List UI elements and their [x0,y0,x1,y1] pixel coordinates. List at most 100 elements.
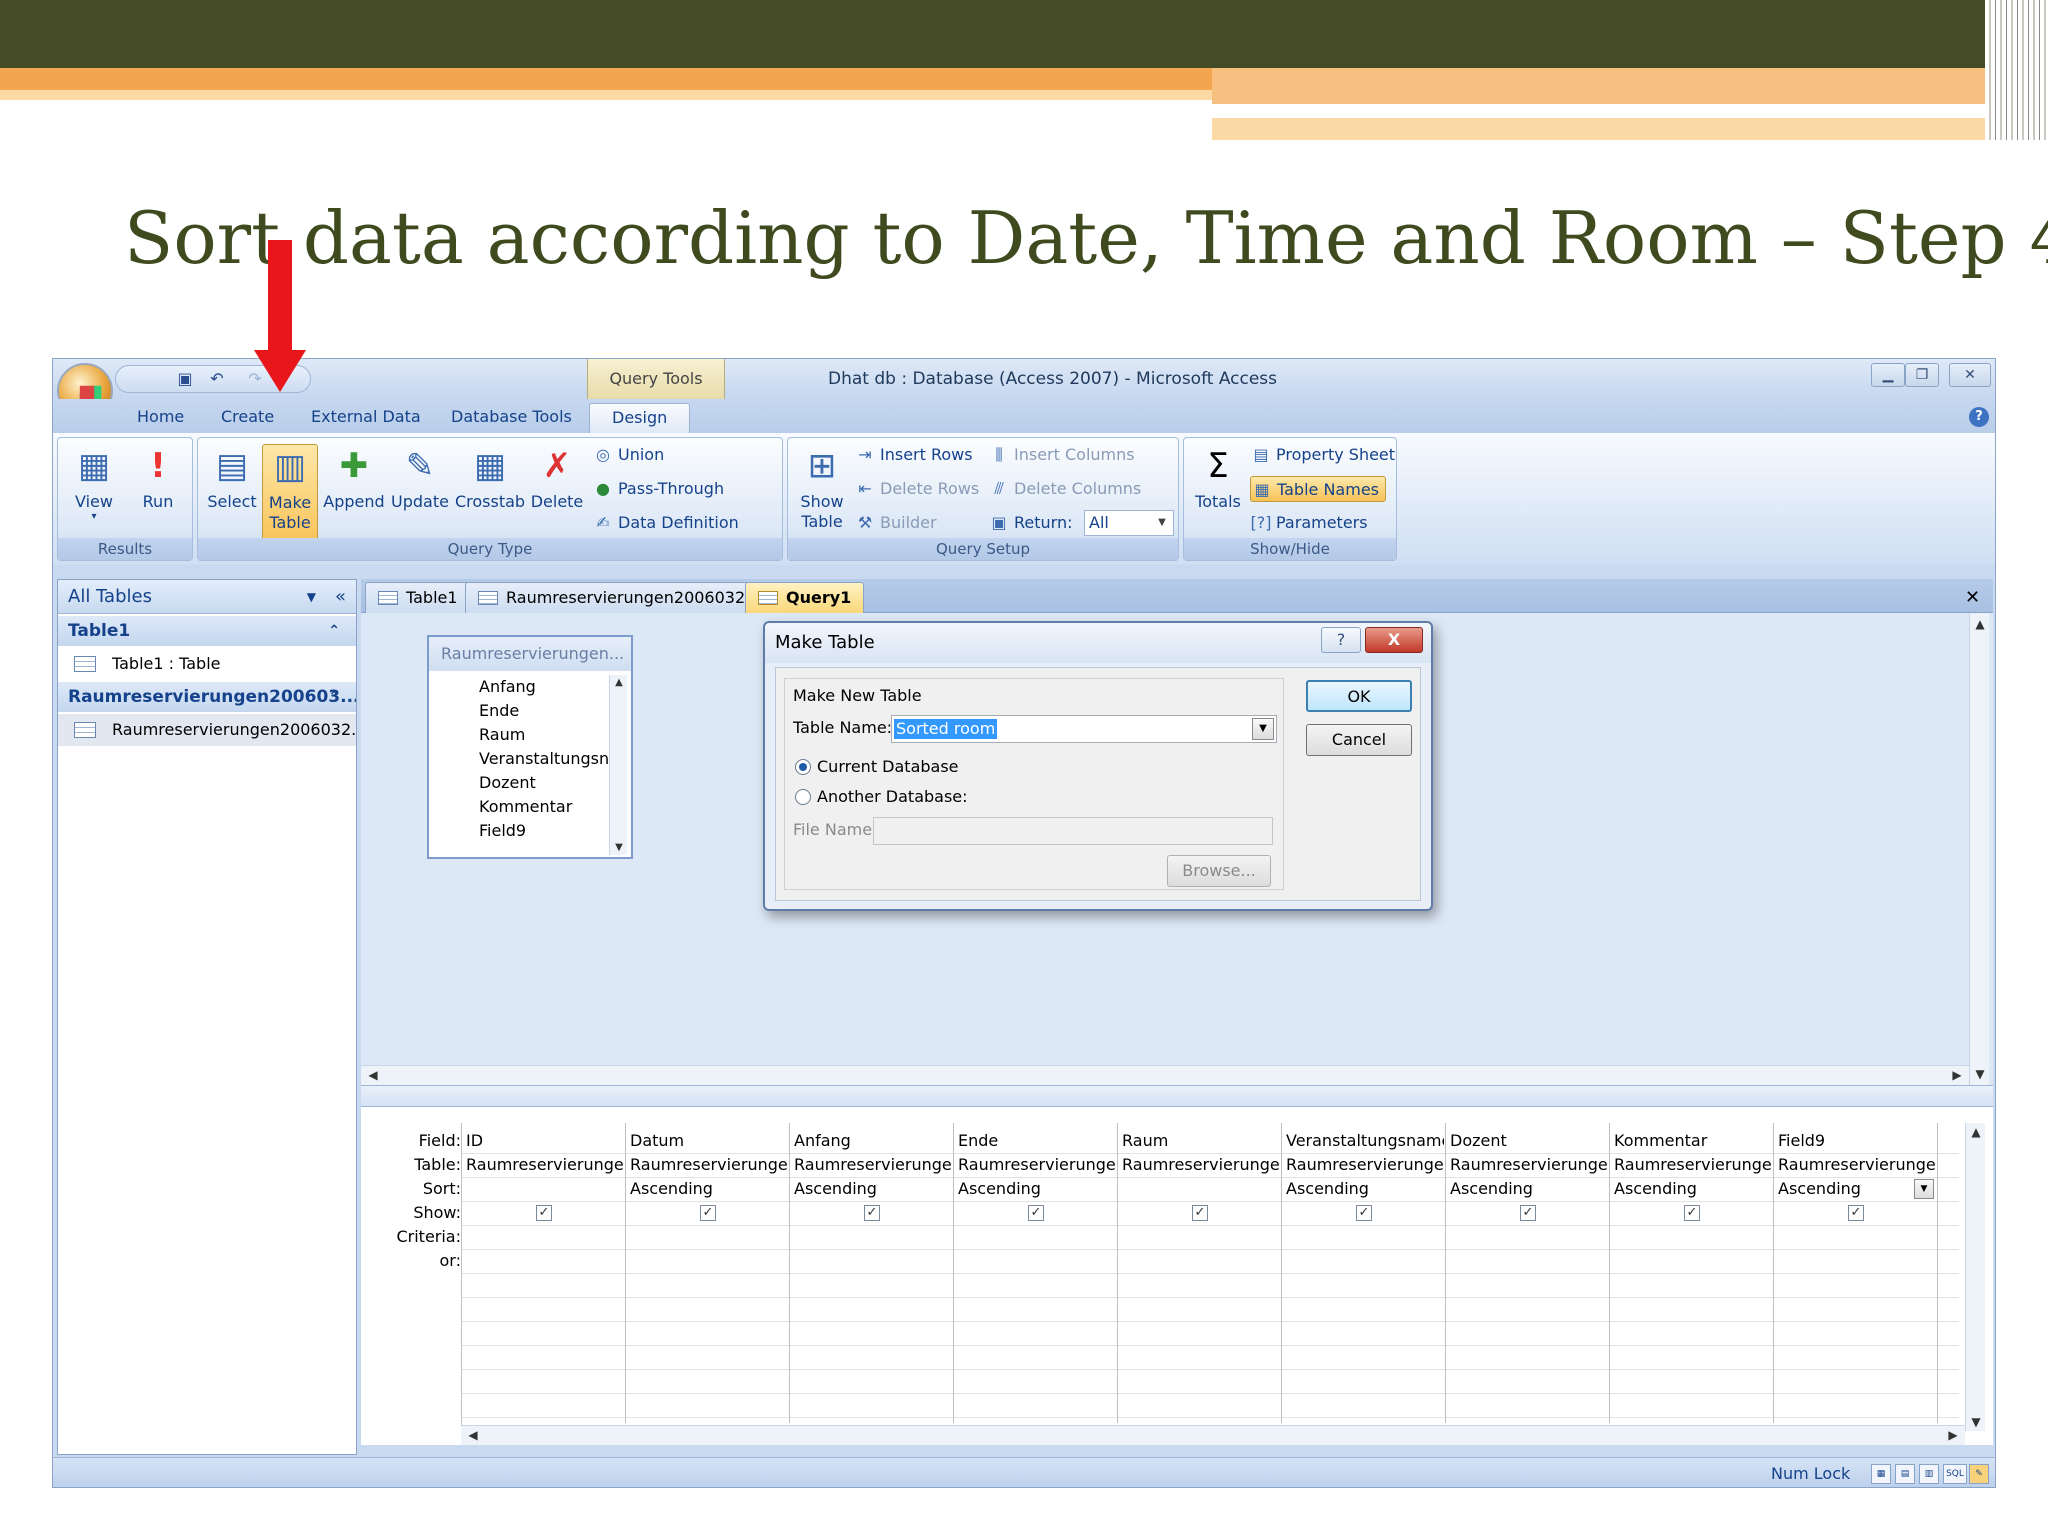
grid-cell-sort[interactable]: Ascending [1286,1177,1444,1201]
doc-tab-raumreservierungen[interactable]: Raumreservierungen20060327a [465,582,779,613]
scroll-right-icon[interactable]: ▶ [1943,1428,1963,1442]
tab-create[interactable]: Create [209,403,286,433]
grid-cell-field[interactable]: ID [466,1129,624,1153]
data-definition-button[interactable]: ✍ Data Definition [592,510,738,536]
run-button[interactable]: ! Run [128,444,188,512]
grid-cell-table[interactable]: Raumreservierungen2 [1122,1153,1280,1177]
grid-cell-sort[interactable]: Ascending [1778,1177,1936,1201]
tab-design[interactable]: Design [589,403,691,433]
nav-group-raumreservierungen[interactable]: Raumreservierungen200603... ⌃ [58,682,356,712]
file-name-input[interactable] [873,817,1273,845]
select-query-button[interactable]: ▤ Select [204,444,260,512]
grid-cell-field[interactable]: Veranstaltungsname [1286,1129,1444,1153]
grid-cell-field[interactable]: Raum [1122,1129,1280,1153]
nav-group-table1[interactable]: Table1 ⌃ [58,616,356,646]
pane-splitter[interactable] [361,1085,1993,1107]
grid-cell-field[interactable]: Dozent [1450,1129,1608,1153]
scroll-up-icon[interactable]: ▲ [609,677,629,688]
grid-cell-table[interactable]: Raumreservierungen2 [630,1153,788,1177]
doc-tab-table1[interactable]: Table1 [365,582,471,613]
field-list-item[interactable]: Anfang [479,675,609,699]
grid-cell-field[interactable]: Field9 [1778,1129,1936,1153]
sort-dropdown-icon[interactable]: ▼ [1914,1179,1934,1199]
restore-button[interactable]: ❐ [1905,363,1939,387]
undo-icon[interactable]: ↶ [208,370,226,388]
nav-item-raumreservierungen[interactable]: Raumreservierungen2006032... [58,714,356,746]
collapse-pane-icon[interactable]: « [335,580,346,614]
ok-button[interactable]: OK [1306,680,1412,712]
doc-tab-query1[interactable]: Query1 [745,582,865,613]
field-list-item[interactable]: Dozent [479,771,609,795]
grid-cell-sort[interactable]: Ascending [958,1177,1116,1201]
show-checkbox[interactable]: ✓ [1684,1205,1700,1221]
field-list-item[interactable]: Raum [479,723,609,747]
nav-header[interactable]: All Tables ▼ « [58,580,356,614]
close-window-button[interactable]: ✕ [1949,363,1991,387]
field-list-window[interactable]: Raumreservierungen... Anfang Ende Raum V… [427,635,633,859]
dialog-close-button[interactable]: X [1365,627,1423,653]
grid-cell-table[interactable]: Raumreservierungen2 [958,1153,1116,1177]
close-document-icon[interactable]: ✕ [1965,587,1980,608]
scroll-up-icon[interactable]: ▲ [1966,1125,1986,1139]
builder-button[interactable]: ⚒ Builder [854,510,937,536]
chevron-down-icon[interactable]: ▼ [307,580,316,614]
view-button[interactable]: ▦ View ▾ [64,444,124,522]
grid-cell-table[interactable]: Raumreservierungen2 [1286,1153,1444,1177]
totals-button[interactable]: Σ Totals [1190,444,1246,512]
tab-home[interactable]: Home [125,403,196,433]
grid-vertical-scrollbar[interactable]: ▲ ▼ [1965,1123,1985,1431]
field-list-item[interactable]: Kommentar [479,795,609,819]
return-dropdown[interactable]: All ▼ [1084,510,1174,536]
grid-cell-table[interactable]: Raumreservierungen2 [794,1153,952,1177]
upper-horizontal-scrollbar[interactable]: ◀ ▶ [361,1065,1969,1085]
upper-vertical-scrollbar[interactable]: ▲ ▼ [1969,613,1989,1085]
grid-cell-field[interactable]: Kommentar [1614,1129,1772,1153]
grid-horizontal-scrollbar[interactable]: ◀ ▶ [461,1425,1965,1445]
show-checkbox[interactable]: ✓ [864,1205,880,1221]
pivot-table-icon[interactable]: ▤ [1895,1464,1915,1484]
crosstab-query-button[interactable]: ▦ Crosstab [454,444,526,512]
save-icon[interactable]: ▣ [176,370,194,388]
show-checkbox[interactable]: ✓ [1192,1205,1208,1221]
datasheet-view-icon[interactable]: ▦ [1871,1464,1891,1484]
nav-item-table1[interactable]: Table1 : Table [58,648,356,680]
chevron-down-icon[interactable]: ▼ [1252,718,1274,740]
sql-view-icon[interactable]: SQL [1943,1464,1967,1484]
scroll-down-icon[interactable]: ▼ [1966,1415,1986,1429]
minimize-button[interactable]: ▁ [1871,363,1905,387]
tab-database-tools[interactable]: Database Tools [439,403,584,433]
grid-cell-field[interactable]: Anfang [794,1129,952,1153]
grid-cell-table[interactable]: Raumreservierungen2 [1614,1153,1772,1177]
union-button[interactable]: ◎ Union [592,442,664,468]
table-names-button[interactable]: ▦ Table Names [1250,476,1386,502]
show-checkbox[interactable]: ✓ [1028,1205,1044,1221]
grid-cell-sort[interactable]: Ascending [794,1177,952,1201]
cancel-button[interactable]: Cancel [1306,724,1412,756]
grid-cell-table[interactable]: Raumreservierungen2 [1778,1153,1936,1177]
current-database-radio[interactable] [795,759,811,775]
dialog-help-button[interactable]: ? [1321,627,1361,653]
another-database-radio[interactable] [795,789,811,805]
show-checkbox[interactable]: ✓ [536,1205,552,1221]
scroll-down-icon[interactable]: ▼ [1970,1067,1990,1081]
show-checkbox[interactable]: ✓ [700,1205,716,1221]
grid-cell-field[interactable]: Datum [630,1129,788,1153]
grid-cell-table[interactable]: Raumreservierungen2 [1450,1153,1608,1177]
pivot-chart-icon[interactable]: ▥ [1919,1464,1939,1484]
table-name-combobox[interactable]: Sorted room ▼ [891,715,1277,743]
make-table-button[interactable]: ▥ Make Table [262,444,318,544]
field-list-item[interactable]: Ende [479,699,609,723]
append-query-button[interactable]: ✚ Append [322,444,386,512]
show-checkbox[interactable]: ✓ [1848,1205,1864,1221]
help-icon[interactable]: ? [1969,407,1989,427]
scroll-left-icon[interactable]: ◀ [463,1428,483,1442]
grid-cell-table[interactable]: Raumreservierungen2 [466,1153,624,1177]
show-checkbox[interactable]: ✓ [1520,1205,1536,1221]
parameters-button[interactable]: [?] Parameters [1250,510,1368,536]
scroll-down-icon[interactable]: ▼ [609,842,629,853]
tab-external-data[interactable]: External Data [299,403,433,433]
field-list-item[interactable]: Veranstaltungsna [479,747,609,771]
update-query-button[interactable]: ✎ Update [388,444,452,512]
show-checkbox[interactable]: ✓ [1356,1205,1372,1221]
delete-rows-button[interactable]: ⇤ Delete Rows [854,476,979,502]
